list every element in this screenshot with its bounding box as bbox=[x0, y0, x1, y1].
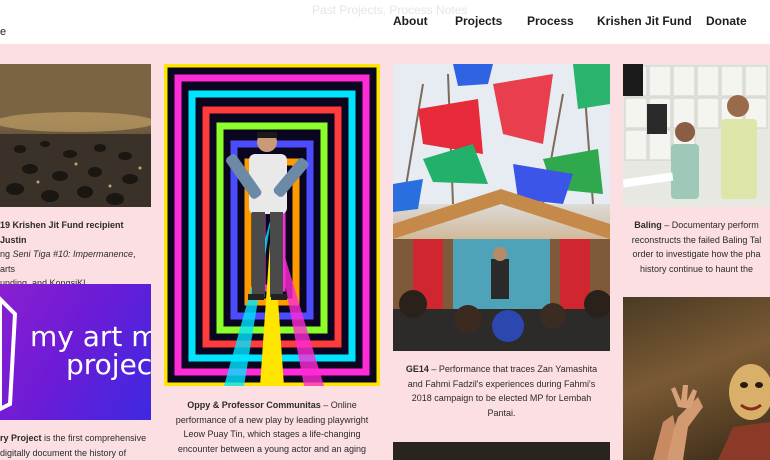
caption-ge14: GE14 – Performance that traces Zan Yamas… bbox=[405, 364, 598, 418]
masked-dancer-photo bbox=[653, 364, 770, 460]
caption-baling: Baling – Documentary perform reconstruct… bbox=[631, 220, 762, 274]
nav-process[interactable]: Process bbox=[527, 14, 574, 28]
neon-tunnel-photo bbox=[164, 64, 380, 386]
nav-donate[interactable]: Donate bbox=[706, 14, 747, 28]
project-image-baling[interactable] bbox=[623, 64, 770, 207]
project-image-oppy[interactable] bbox=[164, 64, 380, 386]
project-image-bottom[interactable] bbox=[393, 442, 610, 460]
faded-header-text: Past Projects, Process Notes bbox=[312, 3, 468, 17]
nav-krishen-jit-fund[interactable]: Krishen Jit Fund bbox=[597, 14, 692, 28]
nav-about[interactable]: About bbox=[393, 14, 428, 28]
site-header: Past Projects, Process Notes e About Pro… bbox=[0, 0, 770, 44]
caption-my-art-memory: ry Project is the first comprehensive di… bbox=[0, 433, 147, 458]
site-logo-fragment[interactable]: e bbox=[0, 26, 6, 38]
project-image-masked-dancer[interactable] bbox=[623, 297, 770, 460]
caption-seni-tiga: 19 Krishen Jit Fund recipient Justin ng … bbox=[0, 220, 136, 288]
caption-oppy: Oppy & Professor Communitas – Online per… bbox=[175, 400, 369, 454]
nav-projects[interactable]: Projects bbox=[455, 14, 502, 28]
stage-flags-photo bbox=[393, 64, 610, 351]
project-image-ge14[interactable] bbox=[393, 64, 610, 351]
performance-hall-photo bbox=[0, 64, 151, 207]
project-image-seni-tiga[interactable] bbox=[0, 64, 151, 207]
project-image-my-art-memory[interactable]: my art m projec bbox=[0, 284, 151, 420]
baling-performers-photo bbox=[623, 64, 768, 199]
memory-project-logo-line2: projec bbox=[66, 348, 151, 381]
